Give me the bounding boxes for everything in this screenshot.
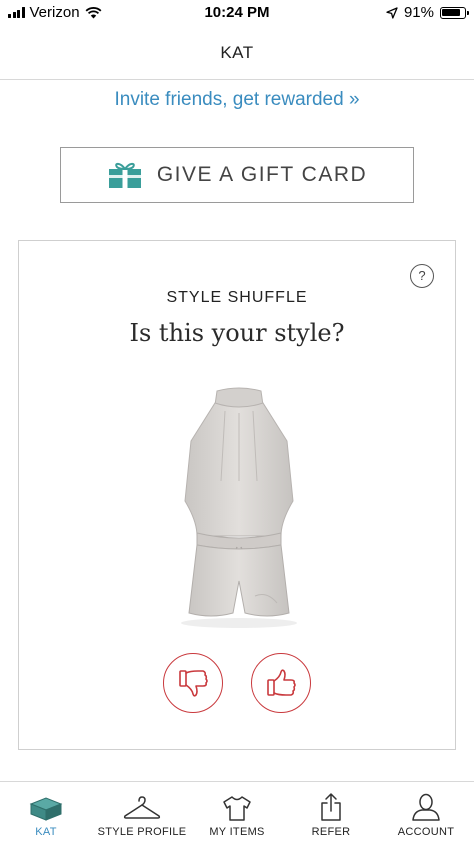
signal-icon (8, 7, 25, 18)
page: Verizon 10:24 PM 91% KAT Invite friends,… (0, 0, 474, 843)
thumbs-down-button[interactable] (163, 653, 223, 713)
nav-header: KAT (0, 28, 474, 80)
hanger-icon (123, 796, 161, 819)
tab-style-profile[interactable]: STYLE PROFILE (96, 782, 188, 843)
person-icon (412, 793, 440, 821)
gift-card-label: GIVE A GIFT CARD (156, 163, 368, 186)
tab-refer[interactable]: REFER (298, 782, 364, 843)
status-right: 91% (386, 4, 469, 21)
carrier-label: Verizon (29, 4, 80, 21)
tab-label-style-profile: STYLE PROFILE (97, 826, 187, 838)
tab-my-items[interactable]: MY ITEMS (204, 782, 270, 843)
location-arrow-icon (386, 6, 398, 19)
box-icon (29, 797, 63, 821)
status-left: Verizon (8, 4, 102, 21)
help-button[interactable]: ? (410, 264, 434, 288)
shirt-icon (223, 796, 251, 821)
thumbs-up-icon (267, 669, 296, 696)
tab-label-refer: REFER (311, 826, 351, 838)
invite-friends-link[interactable]: Invite friends, get rewarded » (0, 89, 474, 111)
gift-card-button[interactable]: GIVE A GIFT CARD (60, 147, 414, 203)
tab-label-my-items: MY ITEMS (209, 826, 265, 838)
tab-label-kat: KAT (35, 826, 57, 838)
tab-account[interactable]: ACCOUNT (392, 782, 460, 843)
tab-label-account: ACCOUNT (397, 826, 455, 838)
page-title: KAT (220, 43, 254, 62)
wifi-icon (85, 6, 101, 18)
tab-kat[interactable]: KAT (14, 782, 78, 843)
bottom-tab-bar: KAT STYLE PROFILE MY ITEMS REFER ACCOUNT (0, 781, 474, 843)
thumbs-down-icon (179, 670, 208, 697)
share-icon (321, 793, 341, 821)
style-shuffle-heading: STYLE SHUFFLE (166, 289, 308, 306)
gift-icon (108, 162, 141, 188)
style-question: Is this your style? (129, 319, 345, 347)
product-image (181, 387, 297, 628)
style-shuffle-card: ? STYLE SHUFFLE Is this your style? (18, 240, 456, 750)
battery-fill (442, 8, 461, 16)
battery-percent: 91% (403, 4, 434, 21)
status-bar: Verizon 10:24 PM 91% (0, 0, 474, 28)
thumbs-up-button[interactable] (251, 653, 311, 713)
battery-icon (440, 6, 469, 19)
